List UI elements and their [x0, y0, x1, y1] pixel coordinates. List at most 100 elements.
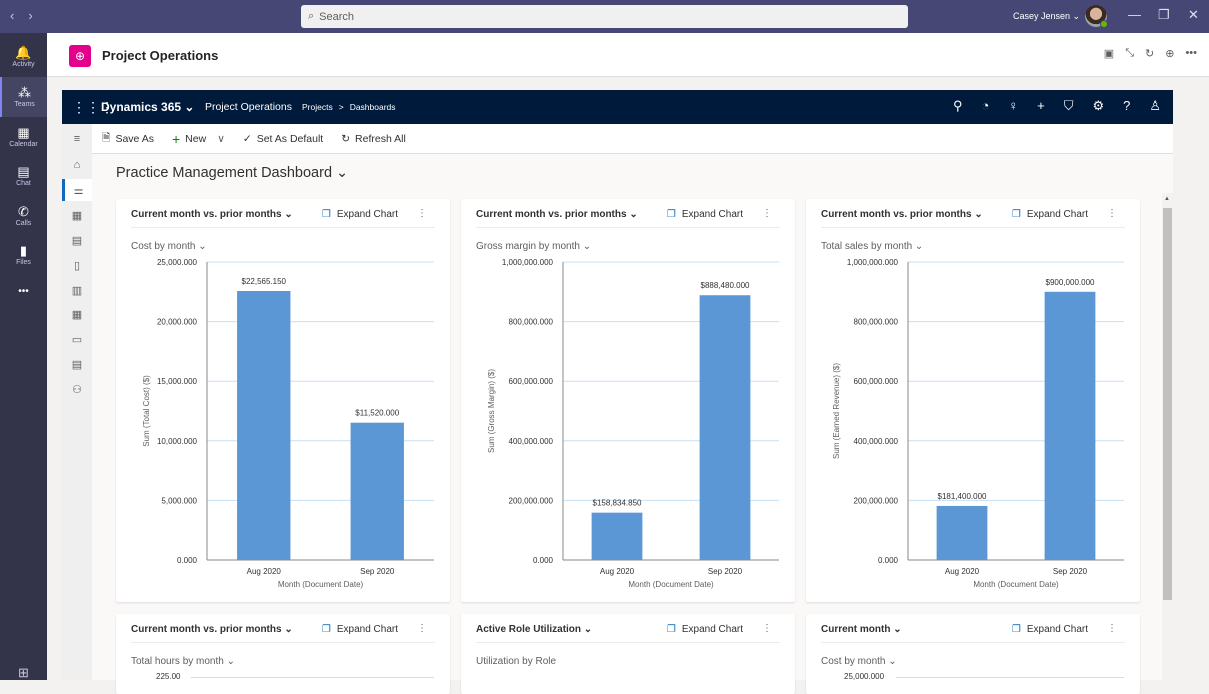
more-options-icon[interactable]: ⋮ [1107, 623, 1117, 634]
dashboard-title[interactable]: Practice Management Dashboard ⌄ [116, 165, 348, 181]
total-sales-by-month-chart: 0.000 200,000.000 400,000.000 600,000.000 80… [832, 258, 1124, 589]
user-menu[interactable]: Casey Jensen ⌄ [1013, 11, 1080, 22]
card-view-selector[interactable]: Current month vs. prior months ⌄ [131, 624, 293, 635]
chart-selector[interactable]: Gross margin by month ⌄ [476, 241, 591, 252]
y-tick-label: 800,000.000 [854, 318, 899, 327]
more-apps-button[interactable]: ••• [0, 271, 47, 311]
y-tick-label: 1,000,000.000 [502, 258, 554, 267]
apps-icon[interactable]: ⊞ [0, 653, 47, 693]
dashboards-icon[interactable]: ⚌ [62, 179, 92, 201]
expand-icon: ❐ [666, 209, 676, 220]
forward-arrow-icon[interactable]: › [28, 8, 32, 23]
refresh-icon[interactable]: ↻ [1145, 47, 1154, 60]
chart-selector[interactable]: Total hours by month ⌄ [131, 656, 235, 667]
rail-item-files[interactable]: ▮ Files [0, 235, 47, 275]
hamburger-menu-icon[interactable]: ≡ [62, 128, 92, 150]
save-as-label: Save As [115, 132, 154, 145]
task-flow-icon[interactable]: ◔ [981, 98, 989, 114]
refresh-all-label: Refresh All [355, 132, 406, 145]
card-view-selector[interactable]: Current month vs. prior months ⌄ [476, 209, 638, 220]
more-options-icon[interactable]: ⋮ [417, 208, 427, 219]
y-axis-title: Sum (Gross Margin) ($) [487, 369, 496, 453]
more-options-icon[interactable]: ••• [1185, 47, 1197, 60]
new-button[interactable]: + New ∨ [172, 131, 225, 147]
expand-chart-button[interactable]: ❐ Expand Chart [322, 624, 398, 635]
rail-item-chat[interactable]: ▤ Chat [0, 156, 47, 196]
y-tick-label: 0.000 [533, 556, 554, 565]
back-arrow-icon[interactable]: ‹ [10, 8, 14, 23]
chart-card-cost: Current month vs. prior months ⌄ ❐ Expand… [116, 199, 450, 602]
vertical-scrollbar[interactable]: ▲ [1162, 193, 1173, 680]
lightbulb-icon[interactable]: ♀ [1008, 98, 1018, 114]
resource-icon[interactable]: ▭ [62, 328, 92, 350]
scroll-thumb[interactable] [1163, 208, 1172, 600]
more-options-icon[interactable]: ⋮ [762, 208, 772, 219]
expand-icon: ❐ [1011, 624, 1021, 635]
rail-item-teams[interactable]: ⁂ Teams [0, 77, 47, 117]
document-icon[interactable]: ▯ [62, 254, 92, 276]
conversation-icon[interactable]: ▣ [1104, 47, 1114, 60]
expand-icon: ❐ [666, 624, 676, 635]
search-icon[interactable]: ⚲ [953, 98, 963, 114]
close-button[interactable]: ✕ [1188, 7, 1199, 23]
more-options-icon[interactable]: ⋮ [1107, 208, 1117, 219]
x-tick-label: Aug 2020 [600, 567, 635, 576]
user-icon[interactable]: ♙ [1149, 98, 1161, 114]
card-view-selector[interactable]: Current month ⌄ [821, 624, 902, 635]
more-options-icon[interactable]: ⋮ [417, 623, 427, 634]
chart-card-total-sales: Current month vs. prior months ⌄ ❐ Expand… [806, 199, 1140, 602]
refresh-all-button[interactable]: ↻ Refresh All [341, 133, 406, 145]
refresh-icon: ↻ [341, 132, 351, 145]
card-view-selector[interactable]: Current month vs. prior months ⌄ [131, 209, 293, 220]
rail-item-calls[interactable]: ✆ Calls [0, 196, 47, 236]
chevron-down-icon[interactable]: ∨ [217, 133, 225, 145]
calendar-icon[interactable]: ▦ [62, 204, 92, 226]
breadcrumb-dashboards[interactable]: Dashboards [350, 102, 396, 112]
report-icon[interactable]: ▤ [62, 229, 92, 251]
app-name[interactable]: Project Operations [205, 101, 292, 113]
x-tick-label: Sep 2020 [360, 567, 395, 576]
help-icon[interactable]: ? [1123, 98, 1130, 114]
table-icon[interactable]: ▥ [62, 279, 92, 301]
breadcrumb-separator-icon: > [338, 102, 344, 112]
new-icon[interactable]: + [1037, 98, 1045, 114]
popout-icon[interactable]: ⤡ [1125, 47, 1134, 60]
search-input[interactable]: ⌕ Search [301, 5, 908, 28]
expand-chart-button[interactable]: ❐ Expand Chart [667, 624, 743, 635]
calendar-icon: ▦ [17, 125, 30, 140]
gridline [896, 677, 1124, 678]
home-icon[interactable]: ⌂ [62, 154, 92, 176]
dynamics-brand[interactable]: Dynamics 365 ⌄ [101, 100, 194, 114]
y-tick-label: 600,000.000 [509, 377, 554, 386]
expand-chart-button[interactable]: ❐ Expand Chart [667, 209, 743, 220]
card-view-selector[interactable]: Active Role Utilization ⌄ [476, 624, 592, 635]
expand-chart-button[interactable]: ❐ Expand Chart [1012, 209, 1088, 220]
avatar[interactable] [1085, 5, 1108, 28]
card-view-selector[interactable]: Current month vs. prior months ⌄ [821, 209, 983, 220]
expand-chart-button[interactable]: ❐ Expand Chart [1012, 624, 1088, 635]
settings-icon[interactable]: ⚙ [1092, 98, 1104, 114]
set-as-default-button[interactable]: ✓ Set As Default [243, 133, 323, 145]
filter-icon[interactable]: ⛉ [1064, 98, 1074, 114]
minimize-button[interactable]: — [1128, 7, 1141, 22]
command-bar: 🗎 Save As + New ∨ ✓ Set As Default ↻ Refresh … [92, 124, 1173, 154]
gross-margin-by-month-chart: 0.000 200,000.000 400,000.000 600,000.000 80… [487, 258, 779, 589]
expand-chart-button[interactable]: ❐ Expand Chart [322, 209, 398, 220]
person-icon[interactable]: ⚇ [62, 378, 92, 400]
resource-document-icon[interactable]: ▤ [62, 353, 92, 375]
breadcrumb-projects[interactable]: Projects [302, 102, 333, 112]
globe-icon[interactable]: ⊕ [1165, 47, 1174, 60]
more-options-icon[interactable]: ⋮ [762, 623, 772, 634]
checkmark-icon: ✓ [242, 132, 252, 145]
chart-selector[interactable]: Cost by month ⌄ [131, 241, 207, 252]
rail-item-activity[interactable]: 🔔 Activity [0, 37, 47, 77]
presence-available-icon [1100, 20, 1108, 28]
schedule-icon[interactable]: ▦ [62, 303, 92, 325]
restore-button[interactable]: ❐ [1158, 7, 1170, 23]
rail-item-calendar[interactable]: ▦ Calendar [0, 117, 47, 157]
scroll-up-icon[interactable]: ▲ [1164, 196, 1170, 202]
y-axis-title: Sum (Total Cost) ($) [142, 375, 151, 447]
save-as-button[interactable]: 🗎 Save As [102, 130, 154, 148]
chart-selector[interactable]: Cost by month ⌄ [821, 656, 897, 667]
chart-selector[interactable]: Total sales by month ⌄ [821, 241, 923, 252]
